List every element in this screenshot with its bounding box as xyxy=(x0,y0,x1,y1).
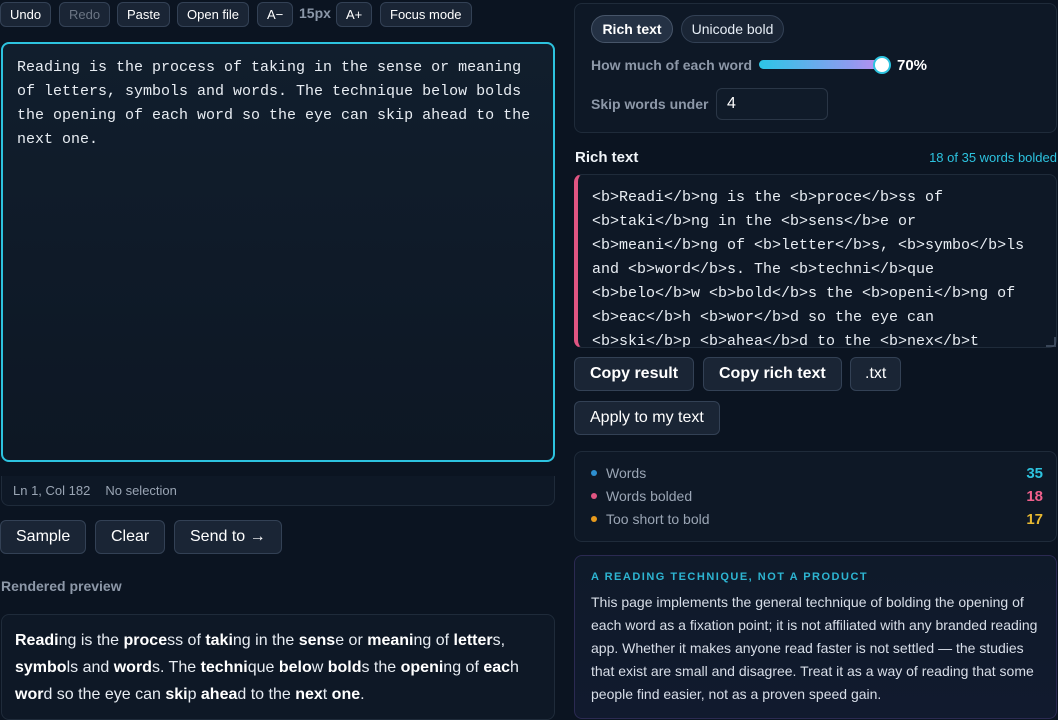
preview-plain-segment: ng is the xyxy=(58,632,124,649)
short-dot-icon xyxy=(591,516,597,522)
apply-to-text-button[interactable]: Apply to my text xyxy=(574,401,720,435)
paste-button[interactable]: Paste xyxy=(117,2,171,27)
mode-unicode-bold-button[interactable]: Unicode bold xyxy=(681,15,784,43)
preview-bold-segment: ski xyxy=(165,686,188,703)
mode-rich-text-button[interactable]: Rich text xyxy=(591,15,673,43)
preview-bold-segment: word xyxy=(113,659,152,676)
font-size-label: 15px xyxy=(299,5,331,21)
amount-slider-track[interactable] xyxy=(759,60,887,69)
rich-text-heading: Rich text xyxy=(575,149,639,166)
selection-status: No selection xyxy=(105,483,177,498)
preview-plain-segment: h xyxy=(510,659,519,676)
preview-plain-segment: que xyxy=(247,659,279,676)
copy-rich-text-button[interactable]: Copy rich text xyxy=(703,357,842,391)
stat-label: Words xyxy=(606,465,647,481)
stat-value: 35 xyxy=(1026,464,1043,482)
preview-bold-segment: ahea xyxy=(200,686,238,703)
preview-bold-segment: techni xyxy=(200,659,248,676)
options-panel: Rich text Unicode bold How much of each … xyxy=(574,3,1057,133)
preview-plain-segment: t xyxy=(322,686,332,703)
send-to-button[interactable]: Send to → xyxy=(174,520,282,554)
preview-plain-segment: . xyxy=(360,686,365,703)
skip-label: Skip words under xyxy=(591,96,709,112)
stat-bolded: Words bolded 18 xyxy=(591,486,1043,506)
clear-button[interactable]: Clear xyxy=(95,520,166,554)
preview-bold-segment: taki xyxy=(205,632,233,649)
download-txt-button[interactable]: .txt xyxy=(850,357,902,391)
preview-plain-segment: s, xyxy=(492,632,506,649)
open-file-button[interactable]: Open file xyxy=(177,2,250,27)
preview-bold-segment: sens xyxy=(298,632,336,649)
disclaimer-panel: A READING TECHNIQUE, NOT A PRODUCT This … xyxy=(574,555,1057,719)
stat-label: Too short to bold xyxy=(606,511,710,527)
disclaimer-body: This page implements the general techniq… xyxy=(591,594,1038,702)
preview-heading: Rendered preview xyxy=(1,578,122,594)
preview-bold-segment: wor xyxy=(15,686,44,703)
preview-plain-segment: ng of xyxy=(443,659,484,676)
cursor-position: Ln 1, Col 182 xyxy=(13,483,91,498)
preview-bold-segment: one xyxy=(331,686,361,703)
preview-bold-segment: proce xyxy=(123,632,168,649)
rendered-preview: Reading is the process of taking in the … xyxy=(1,614,555,720)
preview-bold-segment: meani xyxy=(367,632,414,649)
amount-label: How much of each word xyxy=(591,57,753,73)
preview-bold-segment: belo xyxy=(278,659,312,676)
preview-plain-segment: s. The xyxy=(151,659,201,676)
undo-button[interactable]: Undo xyxy=(0,2,52,27)
preview-bold-segment: nex xyxy=(295,686,323,703)
stats-panel: Words 35 Words bolded 18 Too short to bo… xyxy=(574,451,1057,542)
rich-text-output[interactable]: <b>Readi</b>ng is the <b>proce</b>ss of … xyxy=(574,174,1057,348)
preview-plain-segment: ss of xyxy=(167,632,206,649)
text-editor[interactable]: Reading is the process of taking in the … xyxy=(1,42,555,462)
stat-words: Words 35 xyxy=(591,463,1043,483)
stat-value: 17 xyxy=(1026,510,1043,528)
amount-value: 70% xyxy=(897,57,928,74)
preview-bold-segment: openi xyxy=(400,659,444,676)
stat-too-short: Too short to bold 17 xyxy=(591,509,1043,529)
preview-plain-segment: d so the eye can xyxy=(43,686,166,703)
copy-result-button[interactable]: Copy result xyxy=(574,357,695,391)
words-dot-icon xyxy=(591,470,597,476)
preview-plain-segment: s the xyxy=(361,659,401,676)
preview-bold-segment: bold xyxy=(327,659,362,676)
skip-words-input[interactable] xyxy=(716,88,828,120)
preview-plain-segment: e or xyxy=(335,632,368,649)
bolded-count: 18 of 35 words bolded xyxy=(929,150,1057,165)
preview-plain-segment: w xyxy=(311,659,328,676)
preview-plain-segment: ng of xyxy=(413,632,454,649)
editor-status-bar: Ln 1, Col 182 No selection xyxy=(1,476,555,506)
stat-value: 18 xyxy=(1026,487,1043,505)
focus-mode-button[interactable]: Focus mode xyxy=(380,2,472,27)
bolded-dot-icon xyxy=(591,493,597,499)
preview-bold-segment: symbo xyxy=(15,659,67,676)
redo-button[interactable]: Redo xyxy=(59,2,111,27)
disclaimer-title: A READING TECHNIQUE, NOT A PRODUCT xyxy=(591,571,869,583)
preview-plain-segment: ls and xyxy=(66,659,114,676)
font-increase-button[interactable]: A+ xyxy=(336,2,373,27)
resize-handle-icon[interactable] xyxy=(1046,337,1056,347)
preview-plain-segment: p xyxy=(187,686,201,703)
preview-bold-segment: letter xyxy=(453,632,493,649)
preview-plain-segment: d to the xyxy=(237,686,296,703)
preview-bold-segment: Readi xyxy=(15,632,59,649)
preview-bold-segment: eac xyxy=(483,659,511,676)
amount-slider-thumb[interactable] xyxy=(872,56,891,74)
stat-label: Words bolded xyxy=(606,488,693,504)
font-decrease-button[interactable]: A− xyxy=(257,2,294,27)
sample-button[interactable]: Sample xyxy=(0,520,87,554)
preview-plain-segment: ng in the xyxy=(232,632,299,649)
